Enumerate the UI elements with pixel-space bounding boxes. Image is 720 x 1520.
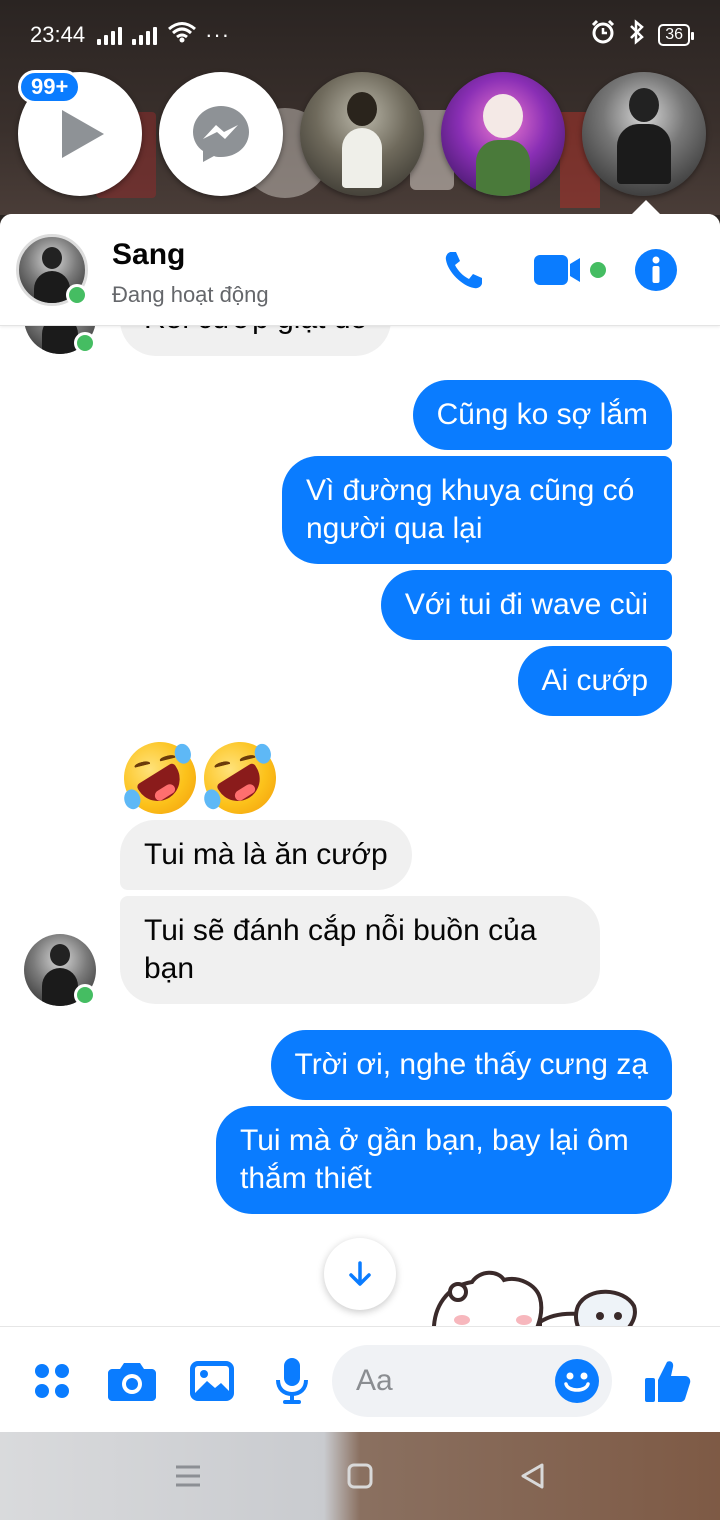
incoming-message[interactable]: Tui mà là ăn cướp [120, 820, 412, 890]
signal-icon [132, 25, 158, 45]
outgoing-message[interactable]: Vì đường khuya cũng có người qua lại [282, 456, 672, 564]
home-button[interactable] [344, 1460, 376, 1492]
back-triangle-icon [521, 1463, 544, 1489]
messenger-chat-head[interactable] [159, 72, 283, 196]
chat-heads-bar: 99+ [18, 70, 718, 196]
recent-apps-button[interactable] [172, 1460, 204, 1492]
outgoing-message[interactable]: Cũng ko sợ lắm [412, 380, 672, 450]
alarm-icon [590, 19, 616, 51]
voice-message-button[interactable] [268, 1357, 316, 1405]
home-square-icon [347, 1463, 373, 1489]
messenger-icon [193, 106, 249, 162]
voice-call-button[interactable] [440, 248, 488, 292]
active-status: Đang hoạt động [112, 282, 269, 307]
online-indicator [66, 284, 88, 306]
contact-name[interactable]: Sang [112, 238, 185, 272]
incoming-message[interactable]: Tui sẽ đánh cắp nỗi buồn của bạn [120, 896, 600, 1004]
online-indicator [74, 984, 96, 1006]
camera-icon [108, 1363, 156, 1401]
outgoing-message[interactable]: Ai cướp [517, 646, 672, 716]
video-icon [534, 255, 606, 285]
wifi-icon [167, 21, 197, 49]
online-indicator [74, 332, 96, 354]
gallery-icon [190, 1361, 234, 1401]
camera-button[interactable] [108, 1357, 156, 1405]
status-time: 23:44 [30, 22, 86, 47]
menu-dots-icon [35, 1364, 69, 1398]
phone-icon [445, 252, 482, 289]
unread-badge: 99+ [18, 70, 82, 104]
back-button[interactable] [516, 1460, 548, 1492]
chat-head-avatar[interactable] [300, 72, 424, 196]
more-status-icon: ··· [205, 22, 231, 47]
scroll-to-bottom-button[interactable] [324, 1238, 396, 1310]
outgoing-message[interactable]: Tui mà ở gần bạn, bay lại ôm thắm thiết [216, 1106, 672, 1214]
menu-icon [176, 1465, 200, 1487]
conversation-info-button[interactable] [634, 248, 678, 292]
battery-indicator: 36 [658, 24, 694, 46]
video-call-button[interactable] [534, 248, 610, 292]
status-bar: 23:44 ··· 36 [0, 0, 720, 70]
arrow-down-icon [349, 1261, 371, 1286]
outgoing-message[interactable]: Trời ơi, nghe thấy cưng zạ [270, 1030, 672, 1100]
chat-head-avatar[interactable] [441, 72, 565, 196]
active-head-pointer [632, 200, 660, 214]
bluetooth-icon [626, 19, 648, 51]
signal-icon [97, 25, 123, 45]
message-input-wrapper[interactable] [332, 1345, 612, 1417]
message-input[interactable] [356, 1345, 546, 1417]
info-icon [635, 249, 677, 291]
more-actions-button[interactable] [28, 1357, 76, 1405]
like-button[interactable] [644, 1357, 692, 1405]
conversation-header: Sang Đang hoạt động [0, 214, 720, 326]
system-navigation-bar [0, 1432, 720, 1520]
emoji-icon[interactable] [554, 1358, 600, 1404]
play-icon [62, 110, 104, 158]
message-list[interactable]: Rồi cướp giật đó Cũng ko sợ lắm Vì đường… [0, 214, 720, 1336]
laughing-emoji[interactable] [196, 734, 284, 822]
message-composer [0, 1326, 720, 1432]
microphone-icon [276, 1358, 308, 1404]
chat-panel: Rồi cướp giật đó Cũng ko sợ lắm Vì đường… [0, 214, 720, 1432]
chat-head-avatar-active[interactable] [582, 72, 706, 196]
outgoing-message[interactable]: Với tui đi wave cùi [380, 570, 672, 640]
gallery-button[interactable] [188, 1357, 236, 1405]
laughing-emoji[interactable] [116, 734, 204, 822]
like-icon [645, 1361, 691, 1402]
